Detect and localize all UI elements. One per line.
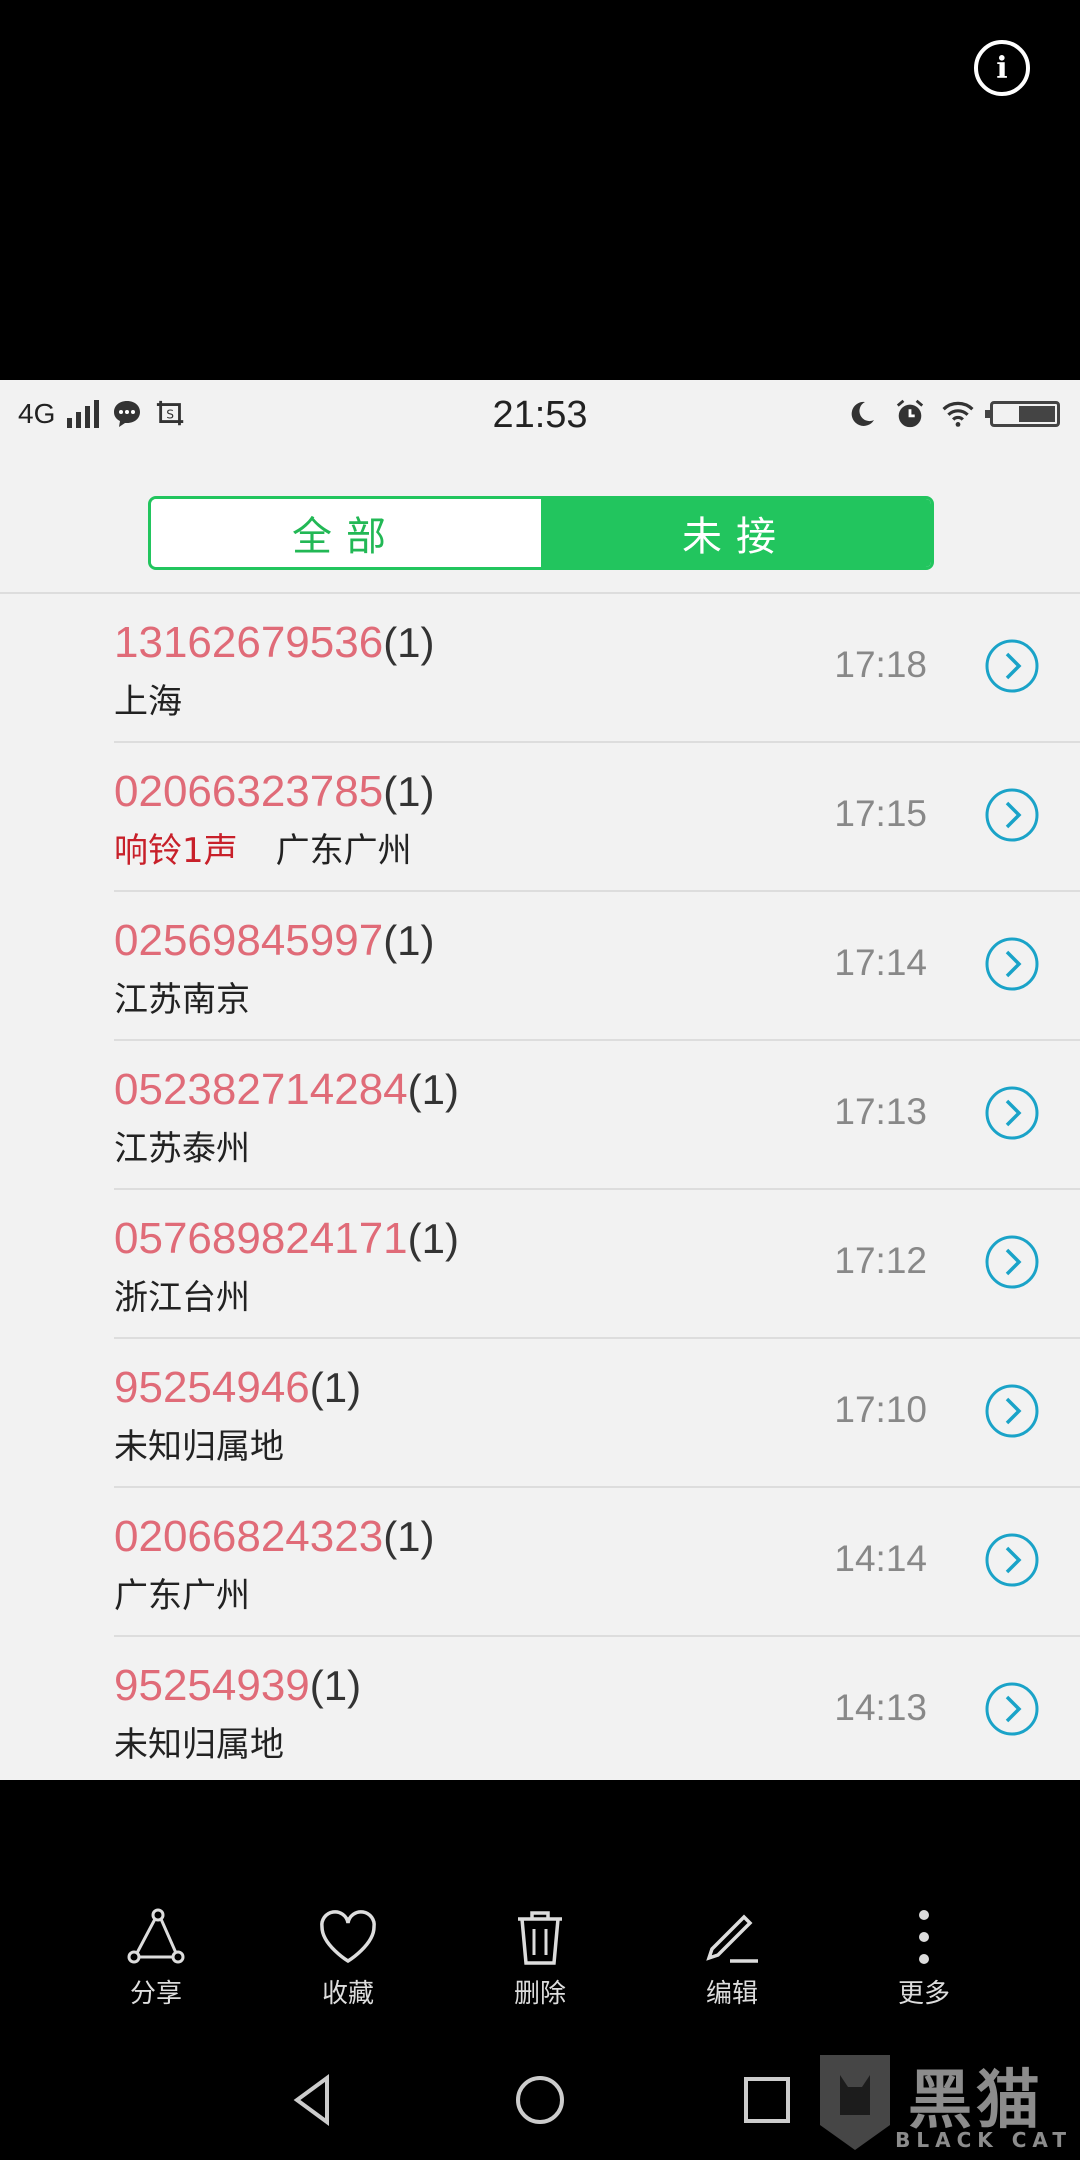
bottom-toolbar: 分享 收藏 删除 编辑 更多 <box>0 1905 1080 2015</box>
call-row[interactable]: 052382714284(1) 江苏泰州 17:13 <box>114 1041 1080 1190</box>
phone-number: 057689824171 <box>114 1214 408 1263</box>
battery-icon <box>985 401 1060 427</box>
caller-location: 江苏泰州 <box>114 1129 250 1169</box>
call-number: 95254939(1) <box>114 1661 361 1711</box>
call-time: 14:14 <box>834 1538 927 1579</box>
call-row[interactable]: 02066323785(1) 响铃1声 广东广州 17:15 <box>114 743 1080 892</box>
caller-location: 未知归属地 <box>114 1725 284 1765</box>
call-details: 响铃1声 广东广州 <box>114 823 412 872</box>
call-time: 17:14 <box>834 942 927 983</box>
call-details: 未知归属地 <box>114 1419 284 1468</box>
call-row[interactable]: 13162679536(1) 上海 17:18 <box>114 594 1080 743</box>
caller-location: 广东广州 <box>114 1576 250 1616</box>
ring-count: 响铃1声 <box>114 831 238 871</box>
caller-location: 上海 <box>114 682 182 722</box>
watermark-subtext: BLACK CAT <box>895 2128 1072 2152</box>
recents-icon[interactable] <box>737 2070 797 2130</box>
phone-number: 052382714284 <box>114 1065 408 1114</box>
phone-number: 02569845997 <box>114 916 384 965</box>
share-label: 分享 <box>129 1979 182 2009</box>
call-count: (1) <box>309 1364 362 1411</box>
more-vertical-icon <box>919 1910 929 1964</box>
call-details: 浙江台州 <box>114 1270 250 1319</box>
call-number: 02569845997(1) <box>114 916 435 966</box>
call-count: (1) <box>383 1513 435 1560</box>
call-count: (1) <box>383 917 435 964</box>
trash-icon <box>518 1911 562 1965</box>
call-count: (1) <box>309 1662 362 1709</box>
call-details: 上海 <box>114 674 182 723</box>
tab-all[interactable]: 全部 <box>151 499 541 567</box>
call-time: 14:13 <box>834 1687 927 1728</box>
tab-missed[interactable]: 未接 <box>541 499 931 567</box>
chevron-right-icon[interactable] <box>984 1234 1040 1290</box>
chevron-right-icon[interactable] <box>984 1681 1040 1737</box>
call-count: (1) <box>383 619 435 666</box>
edit-label: 编辑 <box>705 1979 758 2009</box>
phone-number: 13162679536 <box>114 618 384 667</box>
caller-location: 未知归属地 <box>114 1427 284 1467</box>
caller-location: 浙江台州 <box>114 1278 250 1318</box>
alarm-icon <box>894 398 926 430</box>
chevron-right-icon[interactable] <box>984 787 1040 843</box>
chevron-right-icon[interactable] <box>984 1085 1040 1141</box>
call-number: 052382714284(1) <box>114 1065 459 1115</box>
pencil-icon <box>706 1914 758 1963</box>
call-time: 17:18 <box>834 644 927 685</box>
phone-number: 02066824323 <box>114 1512 384 1561</box>
call-row[interactable]: 057689824171(1) 浙江台州 17:12 <box>114 1190 1080 1339</box>
call-number: 13162679536(1) <box>114 618 435 668</box>
call-count: (1) <box>383 768 435 815</box>
cat-logo-icon <box>820 2055 890 2150</box>
wifi-icon <box>942 398 974 430</box>
call-filter-tabs: 全部 未接 <box>148 496 934 570</box>
call-row[interactable]: 95254939(1) 未知归属地 14:13 <box>114 1637 1080 1780</box>
more-button[interactable]: 更多 <box>854 1905 994 2015</box>
call-number: 95254946(1) <box>114 1363 361 1413</box>
share-button[interactable]: 分享 <box>86 1905 226 2015</box>
chevron-right-icon[interactable] <box>984 638 1040 694</box>
status-bar: 4G S 21:53 <box>0 380 1080 450</box>
delete-label: 删除 <box>513 1979 566 2009</box>
phone-number: 95254939 <box>114 1661 310 1710</box>
call-number: 02066323785(1) <box>114 767 435 817</box>
chevron-right-icon[interactable] <box>984 936 1040 992</box>
more-label: 更多 <box>897 1979 950 2009</box>
caller-location: 广东广州 <box>275 831 412 871</box>
call-details: 广东广州 <box>114 1568 250 1617</box>
favorite-label: 收藏 <box>321 1979 374 2009</box>
call-count: (1) <box>407 1066 459 1113</box>
missed-call-list: 13162679536(1) 上海 17:18 02066323785(1) 响铃1声广… <box>0 594 1080 1780</box>
chevron-right-icon[interactable] <box>984 1383 1040 1439</box>
back-icon[interactable] <box>283 2070 343 2130</box>
call-row[interactable]: 95254946(1) 未知归属地 17:10 <box>114 1339 1080 1488</box>
call-number: 02066824323(1) <box>114 1512 435 1562</box>
call-log-screenshot: 4G S 21:53 全部 未接 13162679536(1) 上海 17:18… <box>0 380 1080 1780</box>
call-row[interactable]: 02066824323(1) 广东广州 14:14 <box>114 1488 1080 1637</box>
call-count: (1) <box>407 1215 459 1262</box>
call-details: 未知归属地 <box>114 1717 284 1766</box>
watermark-logo: 黑猫 BLACK CAT <box>810 2030 1080 2160</box>
delete-button[interactable]: 删除 <box>470 1905 610 2015</box>
edit-button[interactable]: 编辑 <box>662 1905 802 2015</box>
caller-location: 江苏南京 <box>114 980 250 1020</box>
call-row[interactable]: 02569845997(1) 江苏南京 17:14 <box>114 892 1080 1041</box>
call-details: 江苏泰州 <box>114 1121 250 1170</box>
moon-icon <box>846 398 878 430</box>
call-time: 17:13 <box>834 1091 927 1132</box>
phone-number: 95254946 <box>114 1363 310 1412</box>
favorite-button[interactable]: 收藏 <box>278 1905 418 2015</box>
call-time: 17:15 <box>834 793 927 834</box>
call-number: 057689824171(1) <box>114 1214 459 1264</box>
call-time: 17:12 <box>834 1240 927 1281</box>
call-time: 17:10 <box>834 1389 927 1430</box>
chevron-right-icon[interactable] <box>984 1532 1040 1588</box>
phone-number: 02066323785 <box>114 767 384 816</box>
call-details: 江苏南京 <box>114 972 250 1021</box>
share-icon <box>127 1908 185 1964</box>
heart-icon <box>320 1910 376 1964</box>
info-button[interactable]: i <box>974 40 1030 96</box>
home-icon[interactable] <box>510 2070 570 2130</box>
